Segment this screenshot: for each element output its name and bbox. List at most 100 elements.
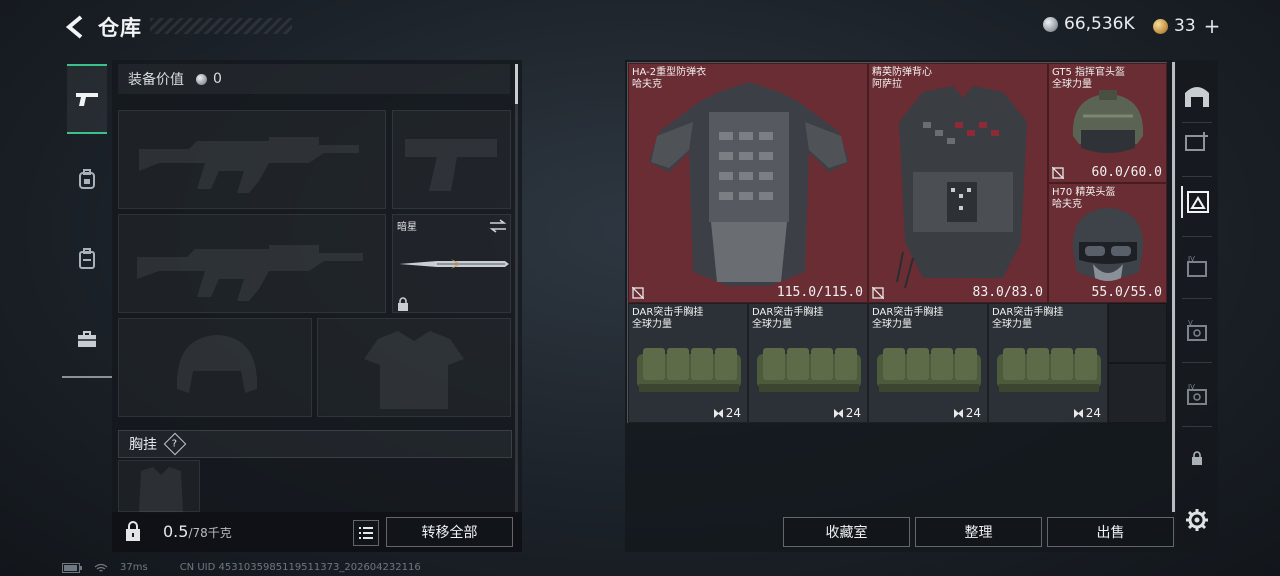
stash-tab-6[interactable]: IV <box>1181 378 1213 410</box>
organize-button[interactable]: 整理 <box>915 517 1042 547</box>
weight-max: /78千克 <box>188 526 232 540</box>
weight-readout: 0.5/78千克 <box>163 522 232 541</box>
tab-toolbox[interactable] <box>67 304 107 374</box>
backpack-icon <box>79 169 95 189</box>
swap-icon[interactable] <box>489 219 507 233</box>
item-title: DAR突击手胸挂 <box>992 307 1064 318</box>
item-name: DAR突击手胸挂 全球力量 <box>752 307 823 331</box>
loadout-scrollbar-thumb[interactable] <box>515 64 518 104</box>
no-repair-icon <box>872 287 884 299</box>
stash-tab-add[interactable] <box>1181 126 1213 158</box>
stash-item-rig[interactable]: DAR突击手胸挂 全球力量 24 <box>988 303 1108 423</box>
capacity-icon <box>1073 408 1083 418</box>
stash-item-rig[interactable]: DAR突击手胸挂 全球力量 24 <box>628 303 748 423</box>
rifle-silhouette-icon <box>137 245 363 301</box>
settings-button[interactable] <box>1181 504 1213 536</box>
nav-divider <box>1182 298 1212 299</box>
title-decoration <box>150 18 292 34</box>
capacity-icon <box>833 408 843 418</box>
helmet-slot[interactable] <box>118 318 312 417</box>
capacity-value: 24 <box>725 406 741 420</box>
armor-slot[interactable] <box>317 318 511 417</box>
empty-grid-cell[interactable] <box>1108 303 1167 363</box>
briefcase-icon <box>78 331 96 347</box>
add-currency-icon[interactable]: + <box>1204 14 1221 38</box>
knife-icon <box>399 259 509 269</box>
transfer-all-button[interactable]: 转移全部 <box>386 517 513 547</box>
stash-tab-locked[interactable] <box>1181 442 1213 474</box>
capacity-icon <box>713 408 723 418</box>
stash-tab-4[interactable]: IV <box>1181 250 1213 282</box>
nav-divider <box>1182 426 1212 427</box>
heavy-armor-image <box>649 82 849 286</box>
primary-weapon-slot[interactable] <box>118 110 386 209</box>
elite-vest-image <box>896 86 1027 289</box>
nav-divider <box>1182 176 1212 177</box>
item-faction: 全球力量 <box>752 319 792 330</box>
equip-value-label: 装备价值 <box>128 72 184 88</box>
item-title: 精英防弹背心 <box>872 67 932 78</box>
tab-safebox[interactable] <box>67 224 107 294</box>
nav-divider <box>1182 122 1212 123</box>
stash-page-icon: V <box>1187 319 1207 341</box>
nav-divider <box>1182 236 1212 237</box>
helmet-silhouette-icon <box>176 335 258 393</box>
coin-balance: 66,536K <box>1043 14 1135 34</box>
capacity-value: 24 <box>1085 406 1101 420</box>
melee-slot[interactable]: 暗星 <box>392 214 511 313</box>
svg-text:IV: IV <box>1188 383 1195 391</box>
help-icon[interactable]: ? <box>163 432 187 456</box>
rig-silhouette-icon <box>139 467 183 513</box>
stash-item-rig[interactable]: DAR突击手胸挂 全球力量 24 <box>748 303 868 423</box>
nav-divider <box>1182 362 1212 363</box>
no-repair-icon <box>632 287 644 299</box>
pistol-slot[interactable] <box>392 110 511 209</box>
collection-room-button[interactable]: 收藏室 <box>783 517 910 547</box>
stash-tab-selected[interactable] <box>1181 186 1213 218</box>
empty-grid-cell[interactable] <box>1108 363 1167 423</box>
equipment-value: 装备价值 0 <box>118 64 510 94</box>
stash-tab-5[interactable]: V <box>1181 314 1213 346</box>
lock-icon <box>1192 451 1202 465</box>
item-durability: 60.0/60.0 <box>1091 165 1162 180</box>
back-icon[interactable] <box>62 14 88 40</box>
stash-item-armor-elite[interactable]: 精英防弹背心 阿萨拉 83.0/83.0 <box>868 63 1048 303</box>
item-title: DAR突击手胸挂 <box>872 307 944 318</box>
tab-weapons[interactable] <box>67 64 107 134</box>
chest-rig-image <box>877 348 981 392</box>
page-title: 仓库 <box>98 16 142 40</box>
list-view-button[interactable] <box>353 520 379 546</box>
commander-helmet-image <box>1072 90 1144 153</box>
svg-text:V: V <box>1188 319 1193 327</box>
stash-item-helmet-h70[interactable]: H70 精英头盔 哈夫克 55.0/55.0 <box>1048 183 1167 303</box>
tab-backpack[interactable] <box>67 144 107 214</box>
weight-lock-icon <box>126 521 140 541</box>
premium-amount: 33 <box>1174 16 1196 36</box>
stash-tab-home[interactable] <box>1181 80 1213 112</box>
item-durability: 115.0/115.0 <box>776 285 863 300</box>
rig-label: 胸挂 <box>129 437 157 453</box>
loadout-scrollbar-track[interactable] <box>515 64 518 514</box>
sell-button[interactable]: 出售 <box>1047 517 1174 547</box>
rifle-silhouette-icon <box>139 137 359 193</box>
premium-balance[interactable]: 33 + <box>1153 14 1220 38</box>
battery-icon <box>62 562 82 573</box>
lock-icon <box>398 297 408 311</box>
item-faction: 全球力量 <box>992 319 1032 330</box>
item-title: DAR突击手胸挂 <box>632 307 704 318</box>
coin-amount: 66,536K <box>1064 14 1135 34</box>
secondary-weapon-slot[interactable] <box>118 214 386 313</box>
item-durability: 55.0/55.0 <box>1091 285 1162 300</box>
vest-silhouette-icon <box>364 331 464 409</box>
stash-scrollbar[interactable] <box>1172 62 1175 512</box>
chest-rig-image <box>997 348 1101 392</box>
stash-item-rig[interactable]: DAR突击手胸挂 全球力量 24 <box>868 303 988 423</box>
sort-page-icon <box>1187 191 1209 213</box>
stash-grid: HA-2重型防弹衣 哈夫克 115.0/115.0 精英防弹背心 阿萨拉 83.… <box>627 62 1167 423</box>
capacity-value: 24 <box>845 406 861 420</box>
rig-slot[interactable] <box>118 460 200 513</box>
stash-item-armor-ha2[interactable]: HA-2重型防弹衣 哈夫克 115.0/115.0 <box>628 63 868 303</box>
elite-helmet-image <box>1072 208 1144 281</box>
stash-item-helmet-gt5[interactable]: GT5 指挥官头盔 全球力量 60.0/60.0 <box>1048 63 1167 183</box>
capacity-icon <box>953 408 963 418</box>
